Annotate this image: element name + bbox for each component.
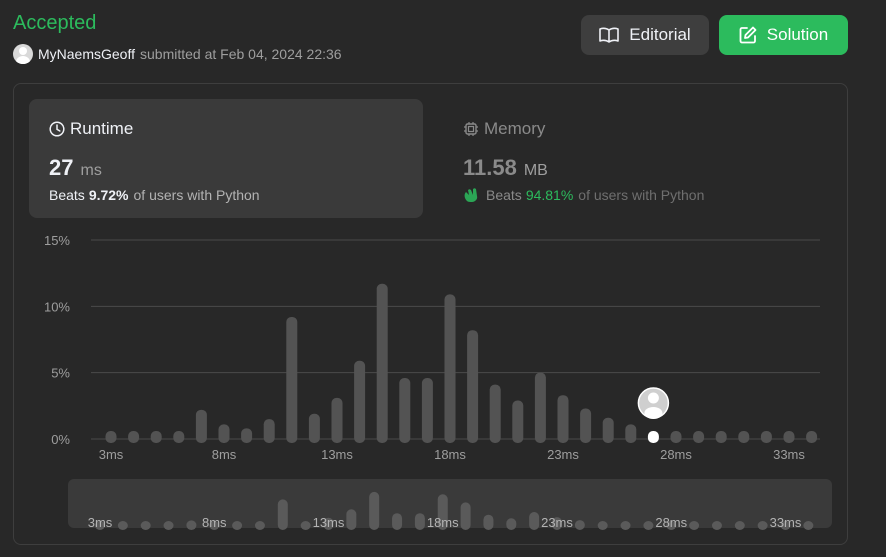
chart-bar[interactable] [670, 431, 682, 443]
chart-bar[interactable] [625, 424, 637, 443]
chart-bar[interactable] [760, 431, 772, 443]
overview-bar [414, 513, 425, 530]
chart-bar[interactable] [512, 400, 524, 443]
x-tick-label: 13ms [321, 447, 353, 462]
y-tick-label: 15% [44, 233, 70, 248]
overview-bar [163, 521, 174, 530]
overview-bar [689, 521, 700, 530]
overview-bar [392, 513, 403, 530]
y-tick-label: 5% [51, 366, 70, 381]
overview-bar [574, 520, 585, 530]
overview-bar [117, 521, 128, 530]
chart-bar[interactable] [602, 417, 614, 443]
chart-bar[interactable] [241, 428, 253, 443]
overview-tick-label: 28ms [655, 515, 687, 530]
overview-bar [186, 520, 197, 530]
chart-bar[interactable] [218, 424, 230, 443]
overview-tick-label: 18ms [427, 515, 459, 530]
chart-bar[interactable] [693, 431, 705, 443]
chart-bar[interactable] [331, 397, 343, 443]
chart-bar[interactable] [489, 384, 501, 443]
overview-bar [232, 521, 243, 530]
overview-bar [803, 521, 814, 530]
chart-bar[interactable] [421, 377, 433, 443]
chart-bar[interactable] [444, 294, 456, 443]
overview-bar [529, 512, 540, 530]
chart-bar-current[interactable] [647, 431, 659, 443]
chart-bar[interactable] [783, 431, 795, 443]
y-tick-label: 10% [44, 299, 70, 314]
chart-bar[interactable] [150, 431, 162, 443]
overview-tick-label: 13ms [313, 515, 345, 530]
chart-bar[interactable] [128, 431, 140, 443]
overview-bar [620, 521, 631, 530]
chart-bar[interactable] [286, 316, 298, 443]
current-user-avatar-icon [637, 387, 670, 419]
x-tick-label: 28ms [660, 447, 692, 462]
chart-bar[interactable] [263, 419, 275, 443]
overview-bar [254, 521, 265, 530]
chart-bar[interactable] [467, 330, 479, 443]
chart-bar[interactable] [105, 431, 117, 443]
runtime-distribution-chart: 15% 10% 5% 0% 3ms 8ms 13ms 18ms 23ms 28ms 33ms 3ms 8… [44, 233, 832, 530]
overview-bar [711, 521, 722, 530]
overview-bar [277, 499, 288, 530]
overview-bar [300, 521, 311, 530]
x-tick-label: 23ms [547, 447, 579, 462]
overview-tick-label: 8ms [202, 515, 227, 530]
overview-bar [757, 521, 768, 530]
overview-bar [140, 521, 151, 530]
overview-bar [483, 514, 494, 530]
overview-tick-label: 3ms [88, 515, 113, 530]
overview-tick-label: 33ms [770, 515, 802, 530]
overview-bar [597, 521, 608, 530]
chart-bar[interactable] [354, 360, 366, 443]
chart-bar[interactable] [399, 377, 411, 443]
x-tick-label: 8ms [212, 447, 237, 462]
chart-bar[interactable] [580, 408, 592, 443]
chart-bar[interactable] [195, 409, 207, 443]
y-tick-label: 0% [51, 432, 70, 447]
overview-bar [734, 521, 745, 530]
overview-bar [643, 521, 654, 530]
overview-bar [506, 518, 517, 530]
chart-bar[interactable] [376, 283, 388, 443]
x-tick-label: 3ms [99, 447, 124, 462]
chart-bar[interactable] [173, 431, 185, 443]
chart-bar[interactable] [738, 431, 750, 443]
x-tick-label: 33ms [773, 447, 805, 462]
overview-bar [369, 491, 380, 530]
chart-bar[interactable] [534, 372, 546, 443]
chart-bar[interactable] [557, 395, 569, 443]
chart-bar[interactable] [715, 431, 727, 443]
overview-tick-label: 23ms [541, 515, 573, 530]
x-tick-label: 18ms [434, 447, 466, 462]
overview-bar [460, 502, 471, 530]
overview-bar [346, 509, 357, 530]
chart-bar[interactable] [308, 413, 320, 443]
chart-bar[interactable] [806, 431, 818, 443]
